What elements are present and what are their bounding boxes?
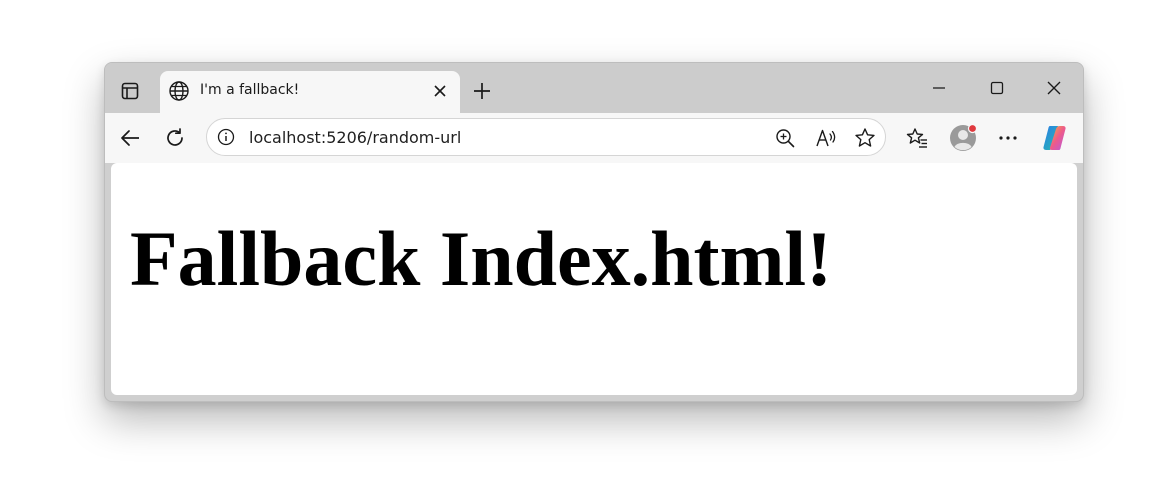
page-content: Fallback Index.html! <box>111 163 1077 395</box>
more-button[interactable] <box>993 123 1023 153</box>
profile-button[interactable] <box>948 123 978 153</box>
back-arrow-icon <box>121 130 139 146</box>
copilot-button[interactable] <box>1040 123 1070 153</box>
favorite-button[interactable] <box>853 126 877 150</box>
url-text[interactable]: localhost:5206/random-url <box>249 128 461 147</box>
tab-actions-icon <box>121 82 139 100</box>
browser-window: I'm a fallback! localhost:5206/random-ur… <box>104 62 1084 402</box>
new-tab-button[interactable] <box>469 78 495 104</box>
refresh-icon <box>167 128 183 146</box>
active-tab[interactable]: I'm a fallback! <box>160 71 460 113</box>
back-button[interactable] <box>115 123 145 153</box>
close-icon[interactable] <box>432 83 448 99</box>
address-bar[interactable]: localhost:5206/random-url <box>206 118 886 156</box>
read-aloud-icon <box>816 129 836 147</box>
star-icon <box>855 128 875 147</box>
close-window-button[interactable] <box>1032 75 1076 101</box>
info-icon[interactable] <box>217 128 235 146</box>
maximize-icon <box>990 81 1004 95</box>
tab-actions-button[interactable] <box>115 77 145 105</box>
favorites-icon <box>906 128 927 148</box>
globe-icon <box>169 81 189 101</box>
close-icon <box>1047 81 1061 95</box>
avatar <box>950 123 978 151</box>
page-heading: Fallback Index.html! <box>130 215 833 302</box>
tab-title: I'm a fallback! <box>200 82 300 98</box>
more-icon <box>999 136 1017 140</box>
minimize-button[interactable] <box>917 75 961 101</box>
zoom-icon <box>776 129 795 148</box>
refresh-button[interactable] <box>160 123 190 153</box>
minimize-icon <box>933 87 945 89</box>
favorites-button[interactable] <box>902 123 932 153</box>
tab-strip: I'm a fallback! <box>105 63 1083 113</box>
copilot-icon <box>1043 126 1066 150</box>
maximize-button[interactable] <box>975 75 1019 101</box>
read-aloud-button[interactable] <box>814 126 838 150</box>
plus-icon <box>474 83 490 99</box>
zoom-button[interactable] <box>773 126 797 150</box>
